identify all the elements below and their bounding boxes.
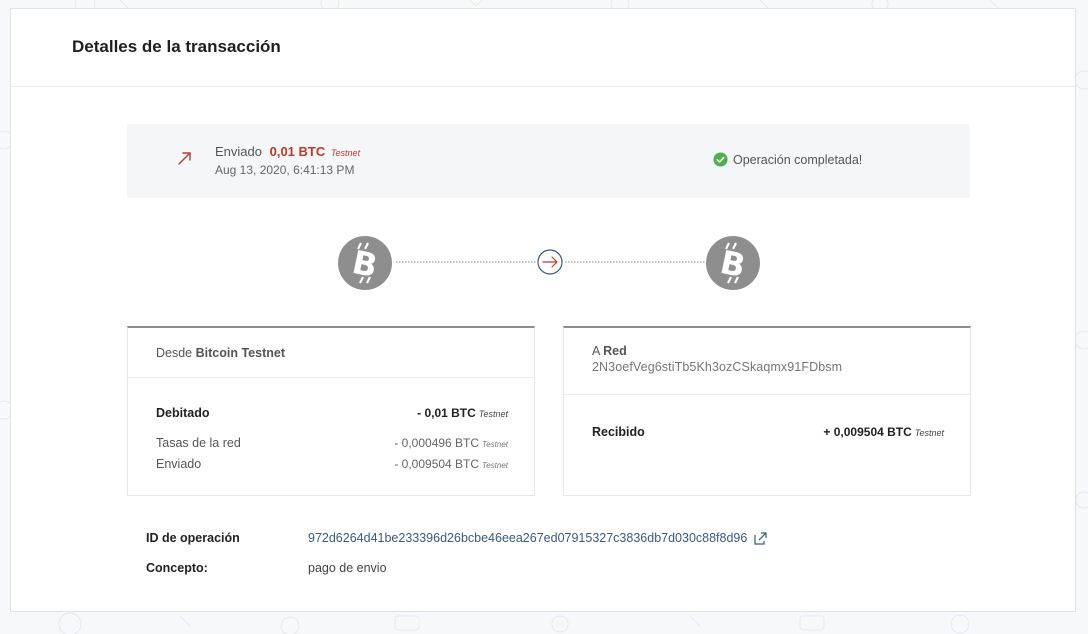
panel-header: Detalles de la transacción xyxy=(11,9,1075,87)
direction-label: Enviado xyxy=(215,144,262,159)
page-title: Detalles de la transacción xyxy=(72,36,281,56)
debited-row: Debitado - 0,01 BTC Testnet xyxy=(156,406,508,420)
summary-text: Enviado 0,01 BTC Testnet Aug 13, 2020, 6… xyxy=(215,144,360,177)
sent-row: Enviado - 0,009504 BTC Testnet xyxy=(156,457,508,471)
transaction-details-panel: Detalles de la transacción Enviado 0,01 … xyxy=(10,8,1076,612)
row-value: - 0,01 BTC Testnet xyxy=(417,406,508,420)
arrow-up-right-icon xyxy=(178,152,191,165)
status-text: Operación completada! xyxy=(733,152,863,167)
status-badge: Operación completada! xyxy=(713,152,862,167)
destination-name: Red xyxy=(603,344,627,358)
network-tag: Testnet xyxy=(330,148,361,158)
external-link-icon[interactable] xyxy=(754,532,767,545)
network-fee-row: Tasas de la red - 0,000496 BTC Testnet xyxy=(156,436,508,450)
transaction-date: Aug 13, 2020, 6:41:13 PM xyxy=(215,163,355,177)
concept-value: pago de envio xyxy=(308,561,387,575)
check-circle-icon xyxy=(713,152,728,167)
destination-prefix: A xyxy=(592,344,600,358)
row-value: + 0,009504 BTC Testnet xyxy=(823,425,944,439)
arrow-right-circle-icon xyxy=(537,249,563,275)
amount-sent: 0,01 BTC xyxy=(269,144,326,159)
bitcoin-icon: B xyxy=(338,236,392,290)
destination-card-header: A Red 2N3oefVeg6stiTb5Kh3ozCSkaqmx91FDbs… xyxy=(564,328,970,395)
concept-label: Concepto: xyxy=(146,561,208,575)
transfer-flow: B B xyxy=(338,236,760,290)
received-row: Recibido + 0,009504 BTC Testnet xyxy=(592,425,944,439)
row-value: - 0,000496 BTC Testnet xyxy=(394,436,508,450)
operation-id-label: ID de operación xyxy=(146,531,240,545)
source-wallet-name: Bitcoin Testnet xyxy=(195,346,285,360)
source-card: Desde Bitcoin Testnet Debitado - 0,01 BT… xyxy=(127,326,535,496)
transaction-summary: Enviado 0,01 BTC Testnet Aug 13, 2020, 6… xyxy=(127,124,970,198)
source-prefix: Desde xyxy=(156,346,193,360)
source-card-header: Desde Bitcoin Testnet xyxy=(128,328,534,378)
row-label: Enviado xyxy=(156,457,202,471)
destination-card: A Red 2N3oefVeg6stiTb5Kh3ozCSkaqmx91FDbs… xyxy=(563,326,971,496)
operation-id-link[interactable]: 972d6264d41be233396d26bcbe46eea267ed0791… xyxy=(308,531,767,545)
row-label: Recibido xyxy=(592,425,645,439)
row-value: - 0,009504 BTC Testnet xyxy=(394,457,508,471)
row-label: Debitado xyxy=(156,406,210,420)
row-label: Tasas de la red xyxy=(156,436,241,450)
bitcoin-icon: B xyxy=(706,236,760,290)
destination-address: 2N3oefVeg6stiTb5Kh3ozCSkaqmx91FDbsm xyxy=(592,360,843,374)
